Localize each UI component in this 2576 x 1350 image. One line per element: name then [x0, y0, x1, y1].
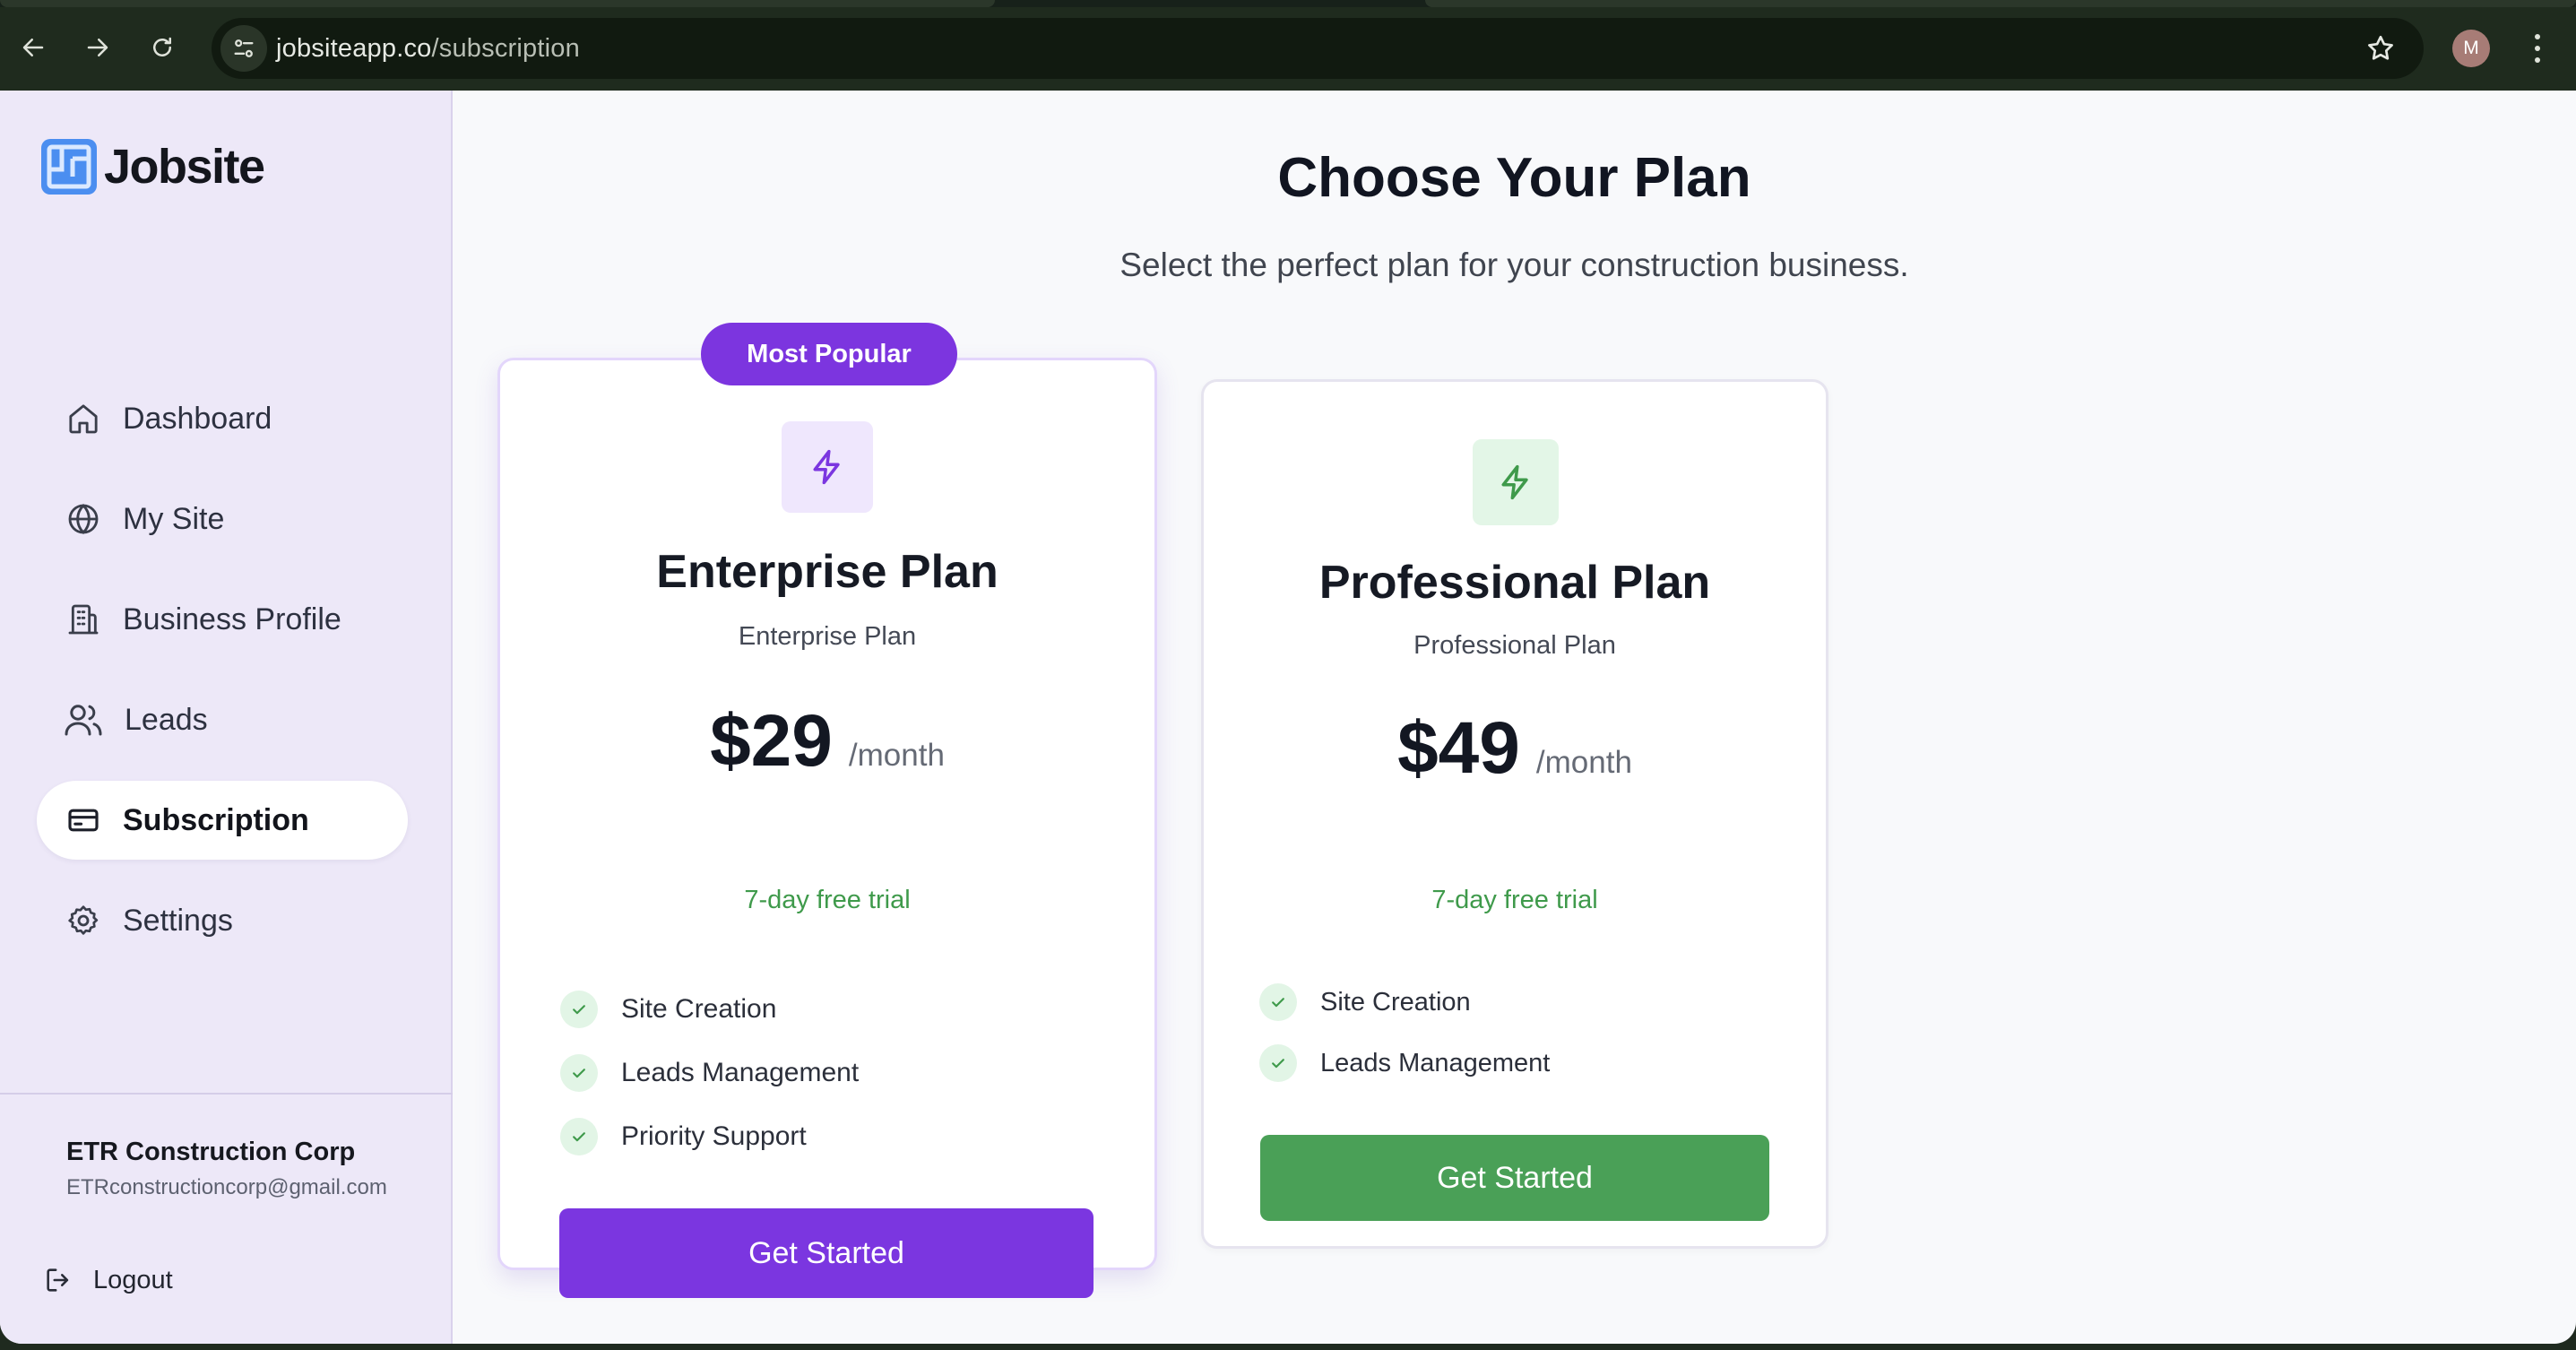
gear-icon	[68, 905, 99, 935]
app-window: Jobsite Dashboard My Site Business Profi…	[0, 91, 2576, 1344]
sidebar-item-label: Business Profile	[123, 601, 341, 636]
feature-label: Site Creation	[1320, 987, 1471, 1017]
account-name: ETR Construction Corp	[66, 1138, 356, 1166]
browser-tab[interactable]	[1425, 0, 2576, 7]
feature-label: Site Creation	[621, 993, 777, 1024]
arrow-right-icon	[87, 39, 108, 56]
plan-name: Enterprise Plan	[656, 546, 998, 598]
account-email: ETRconstructioncorp@gmail.com	[66, 1175, 387, 1199]
sidebar-item-subscription[interactable]: Subscription	[37, 781, 408, 860]
check-icon	[560, 1053, 598, 1092]
back-button[interactable]	[13, 27, 54, 68]
bookmark-star-icon[interactable]	[2364, 32, 2397, 65]
get-started-button-professional[interactable]: Get Started	[1260, 1135, 1769, 1221]
feature-item: Leads Management	[560, 1041, 859, 1104]
globe-icon	[68, 503, 99, 535]
url-text[interactable]: jobsiteapp.co/subscription	[276, 34, 580, 64]
feature-list: Site Creation Leads Management Priority …	[560, 977, 859, 1168]
logout-icon	[47, 1268, 69, 1292]
sidebar-item-settings[interactable]: Settings	[37, 881, 408, 960]
logout-label: Logout	[93, 1265, 173, 1294]
check-icon	[1259, 983, 1297, 1021]
feature-label: Leads Management	[1320, 1048, 1551, 1077]
plan-price: $29	[710, 700, 833, 782]
plan-period: /month	[848, 738, 945, 773]
reload-icon	[153, 37, 171, 56]
sidebar-item-label: Subscription	[123, 802, 309, 837]
lightning-icon	[1501, 464, 1528, 500]
browser-toolbar: jobsiteapp.co/subscription M	[0, 0, 2576, 91]
check-icon	[1259, 1044, 1297, 1082]
plan-card-professional: Professional Plan Professional Plan $49 …	[1201, 379, 1828, 1249]
sidebar-item-label: Settings	[123, 903, 233, 938]
logout-button[interactable]: Logout	[43, 1265, 173, 1295]
feature-label: Leads Management	[621, 1057, 860, 1087]
profile-avatar[interactable]: M	[2452, 30, 2490, 67]
forward-button[interactable]	[77, 27, 118, 68]
reload-button[interactable]	[142, 27, 183, 68]
most-popular-badge: Most Popular	[701, 323, 957, 385]
plan-description: Professional Plan	[1413, 631, 1616, 660]
feature-item: Site Creation	[560, 977, 859, 1041]
feature-item: Site Creation	[1259, 972, 1550, 1033]
sidebar: Jobsite Dashboard My Site Business Profi…	[0, 91, 453, 1344]
sidebar-item-my-site[interactable]: My Site	[37, 480, 408, 558]
page-subtitle: Select the perfect plan for your constru…	[1119, 247, 1909, 283]
plan-name: Professional Plan	[1318, 557, 1711, 609]
sidebar-item-label: Leads	[125, 702, 208, 737]
brand-logo[interactable]: Jobsite	[39, 137, 265, 196]
page-title: Choose Your Plan	[1277, 147, 1751, 209]
sidebar-item-label: My Site	[123, 501, 225, 536]
sidebar-item-label: Dashboard	[123, 401, 272, 436]
url-host: jobsiteapp.co	[276, 34, 432, 63]
address-bar[interactable]: jobsiteapp.co/subscription	[212, 18, 2424, 79]
jobsite-logo-icon	[41, 139, 97, 195]
plan-card-enterprise: Most Popular Enterprise Plan Enterprise …	[497, 323, 1157, 1298]
plan-icon-container	[782, 421, 873, 513]
building-icon	[68, 604, 99, 635]
feature-label: Priority Support	[621, 1121, 807, 1151]
check-icon	[560, 1117, 598, 1155]
feature-item: Priority Support	[560, 1104, 859, 1168]
feature-list: Site Creation Leads Management	[1259, 972, 1550, 1094]
site-info-button[interactable]	[220, 25, 267, 72]
sidebar-item-dashboard[interactable]: Dashboard	[37, 379, 408, 458]
feature-item: Leads Management	[1259, 1033, 1550, 1094]
arrow-left-icon	[22, 39, 44, 56]
tune-icon	[234, 39, 254, 57]
plan-price: $49	[1397, 707, 1520, 789]
tab-strip	[0, 0, 2576, 7]
price-row: $29 /month	[500, 699, 1154, 783]
credit-card-icon	[68, 809, 99, 832]
sidebar-item-business-profile[interactable]: Business Profile	[37, 580, 408, 659]
lightning-icon	[813, 449, 840, 485]
plan-description: Enterprise Plan	[738, 622, 917, 651]
get-started-button-enterprise[interactable]: Get Started	[559, 1208, 1094, 1298]
check-icon	[560, 990, 598, 1028]
free-trial-text: 7-day free trial	[1431, 886, 1598, 914]
url-path: /subscription	[431, 34, 580, 63]
brand-name: Jobsite	[104, 140, 265, 194]
users-icon	[65, 705, 102, 736]
home-icon	[69, 404, 98, 434]
sidebar-item-leads[interactable]: Leads	[37, 680, 408, 759]
plan-period: /month	[1535, 745, 1632, 780]
plan-icon-container	[1473, 439, 1559, 525]
free-trial-text: 7-day free trial	[744, 886, 911, 914]
sidebar-divider	[0, 1093, 453, 1095]
price-row: $49 /month	[1204, 706, 1826, 791]
browser-tab[interactable]	[0, 0, 995, 7]
browser-menu-icon[interactable]	[2524, 30, 2551, 66]
